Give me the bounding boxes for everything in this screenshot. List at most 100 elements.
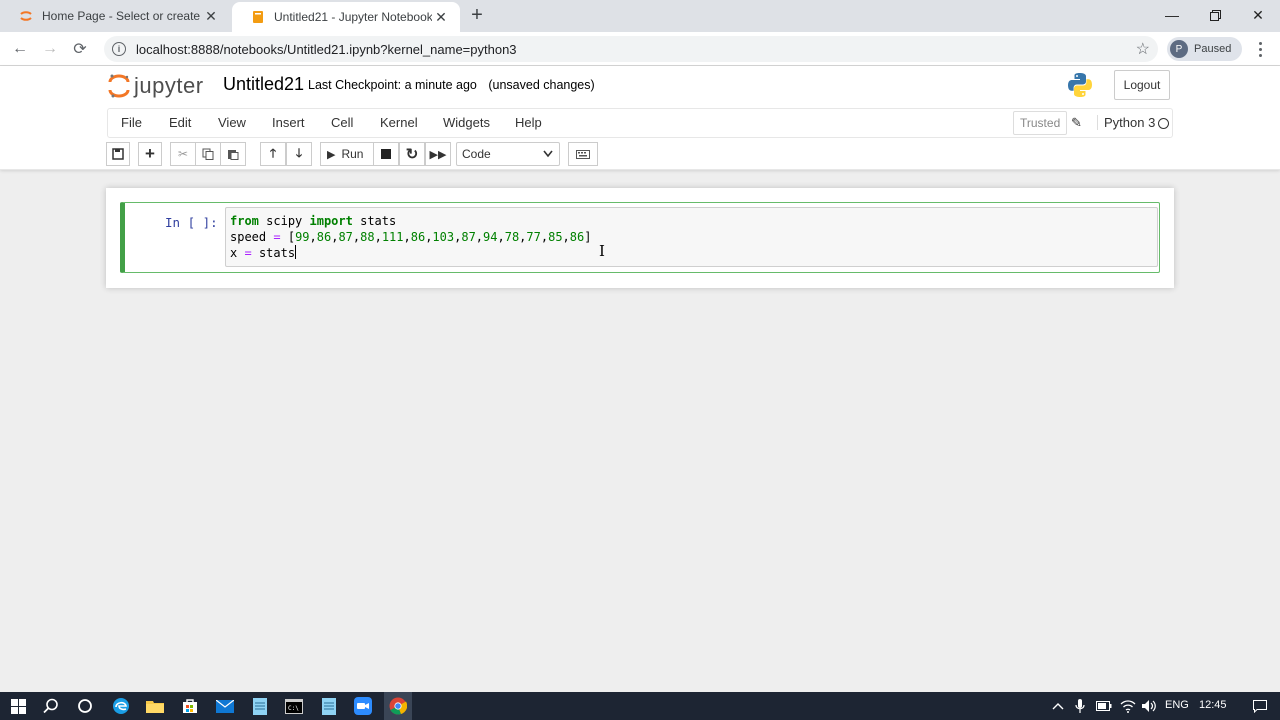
jupyter-logo-text: jupyter xyxy=(134,73,204,98)
notebook-toolbar: + ✂ 🡑 🡓 ▶ Run ↻ ▶▶ Code xyxy=(106,142,1176,166)
scissors-icon: ✂ xyxy=(177,147,189,161)
play-icon: ▶ xyxy=(327,148,336,161)
tab-untitled21[interactable]: Untitled21 - Jupyter Notebook ✕ xyxy=(232,2,460,32)
jupyter-favicon-icon xyxy=(18,8,34,24)
paste-button[interactable] xyxy=(220,142,246,166)
menu-kernel[interactable]: Kernel xyxy=(380,115,418,130)
battery-icon[interactable] xyxy=(1094,696,1114,716)
text-cursor-icon: I xyxy=(599,242,605,260)
browser-tab-strip: Home Page - Select or create a n ✕ Untit… xyxy=(0,0,1280,32)
bookmark-star-icon[interactable]: ☆ xyxy=(1136,39,1150,59)
move-down-button[interactable]: 🡓 xyxy=(286,142,312,166)
menu-insert[interactable]: Insert xyxy=(272,115,305,130)
wifi-icon[interactable] xyxy=(1118,696,1138,716)
keyboard-icon xyxy=(576,149,590,159)
jupyter-logo[interactable]: jupyter xyxy=(108,72,204,100)
command-palette-button[interactable] xyxy=(568,142,598,166)
cortana-icon[interactable] xyxy=(75,696,95,716)
tab-title: Untitled21 - Jupyter Notebook xyxy=(274,10,432,24)
close-icon[interactable]: ✕ xyxy=(432,8,450,26)
notebook-name[interactable]: Untitled21 xyxy=(223,74,304,95)
kernel-name[interactable]: Python 3 xyxy=(1097,115,1155,130)
close-icon[interactable]: ✕ xyxy=(202,7,220,25)
tab-home-page[interactable]: Home Page - Select or create a n ✕ xyxy=(0,0,230,32)
insert-cell-button[interactable]: + xyxy=(138,142,162,166)
unsaved-indicator: (unsaved changes) xyxy=(488,78,595,92)
volume-icon[interactable] xyxy=(1139,696,1159,716)
menu-file[interactable]: File xyxy=(121,115,142,130)
jupyter-logo-icon xyxy=(108,74,130,98)
menu-edit[interactable]: Edit xyxy=(169,115,191,130)
save-icon xyxy=(112,148,124,160)
text-caret xyxy=(295,245,297,259)
notification-center-icon[interactable] xyxy=(1250,696,1270,716)
notepad-2-icon[interactable] xyxy=(319,696,339,716)
code-cell[interactable]: In [ ]: from scipy import stats speed = [… xyxy=(120,202,1160,273)
code-editor[interactable]: from scipy import stats speed = [99,86,87… xyxy=(225,207,1158,267)
trusted-indicator[interactable]: Trusted xyxy=(1013,111,1068,135)
notebook-container: In [ ]: from scipy import stats speed = [… xyxy=(106,188,1174,288)
run-button[interactable]: ▶ Run xyxy=(320,142,374,166)
zoom-icon[interactable] xyxy=(353,696,373,716)
url-field[interactable]: i localhost:8888/notebooks/Untitled21.ip… xyxy=(104,36,1158,62)
menu-view[interactable]: View xyxy=(218,115,246,130)
move-up-button[interactable]: 🡑 xyxy=(260,142,286,166)
arrow-up-icon: 🡑 xyxy=(269,145,277,160)
input-language[interactable]: ENG xyxy=(1165,699,1189,711)
profile-button[interactable]: P Paused xyxy=(1167,37,1242,61)
kernel-idle-indicator-icon xyxy=(1158,118,1169,129)
tray-chevron-up-icon[interactable] xyxy=(1048,696,1068,716)
code-line: x = stats xyxy=(230,245,297,260)
restore-icon[interactable] xyxy=(1193,0,1237,30)
mail-icon[interactable] xyxy=(215,696,235,716)
minimize-icon[interactable]: — xyxy=(1150,0,1194,30)
cell-type-value: Code xyxy=(462,147,491,161)
run-label: Run xyxy=(341,147,364,161)
clock-time[interactable]: 12:45 xyxy=(1199,699,1227,711)
paste-icon xyxy=(228,150,239,160)
interrupt-button[interactable] xyxy=(373,142,399,166)
copy-button[interactable] xyxy=(195,142,221,166)
windows-taskbar: C:\ ENG 12:45 xyxy=(0,692,1280,720)
command-prompt-icon[interactable]: C:\ xyxy=(284,696,304,716)
reload-icon[interactable]: ⟳ xyxy=(68,37,92,61)
logout-button[interactable]: Logout xyxy=(1114,70,1170,100)
tab-title: Home Page - Select or create a n xyxy=(42,9,202,23)
menu-cell[interactable]: Cell xyxy=(331,115,353,130)
fast-forward-icon: ▶▶ xyxy=(429,148,447,161)
plus-icon: + xyxy=(145,144,155,163)
checkpoint-status: Last Checkpoint: a minute ago (unsaved c… xyxy=(308,78,595,92)
back-icon[interactable]: ← xyxy=(8,37,32,61)
menu-help[interactable]: Help xyxy=(515,115,542,130)
forward-icon[interactable]: → xyxy=(38,37,62,61)
code-line: speed = [99,86,87,88,111,86,103,87,94,78… xyxy=(230,230,592,244)
cut-button[interactable]: ✂ xyxy=(170,142,196,166)
checkpoint-time: a minute ago xyxy=(404,78,477,92)
edge-browser-icon[interactable] xyxy=(111,696,131,716)
arrow-down-icon: 🡓 xyxy=(295,145,303,160)
avatar: P xyxy=(1170,40,1188,58)
cell-type-select[interactable]: Code xyxy=(456,142,560,166)
code-line: from scipy import stats xyxy=(230,214,397,228)
notepad-icon[interactable] xyxy=(250,696,270,716)
file-explorer-icon[interactable] xyxy=(145,696,165,716)
microphone-icon[interactable] xyxy=(1070,696,1090,716)
info-icon[interactable]: i xyxy=(112,42,126,56)
edit-mode-pencil-icon: ✎ xyxy=(1071,115,1082,130)
python-logo-icon xyxy=(1066,71,1094,99)
store-icon[interactable] xyxy=(180,696,200,716)
restart-button[interactable]: ↻ xyxy=(399,142,425,166)
url-text: localhost:8888/notebooks/Untitled21.ipyn… xyxy=(136,41,517,57)
save-button[interactable] xyxy=(106,142,130,166)
search-icon[interactable] xyxy=(41,696,61,716)
chrome-icon[interactable] xyxy=(388,696,408,716)
windows-start-icon[interactable] xyxy=(8,696,28,716)
browser-menu-icon[interactable] xyxy=(1250,37,1270,61)
menu-widgets[interactable]: Widgets xyxy=(443,115,490,130)
new-tab-icon[interactable]: + xyxy=(466,4,488,26)
checkpoint-label: Last Checkpoint: xyxy=(308,78,402,92)
address-bar-row: ← → ⟳ i localhost:8888/notebooks/Untitle… xyxy=(0,32,1280,66)
restart-run-all-button[interactable]: ▶▶ xyxy=(425,142,451,166)
window-close-icon[interactable]: ✕ xyxy=(1236,0,1280,30)
code-content: from scipy import stats speed = [99,86,87… xyxy=(230,213,591,261)
